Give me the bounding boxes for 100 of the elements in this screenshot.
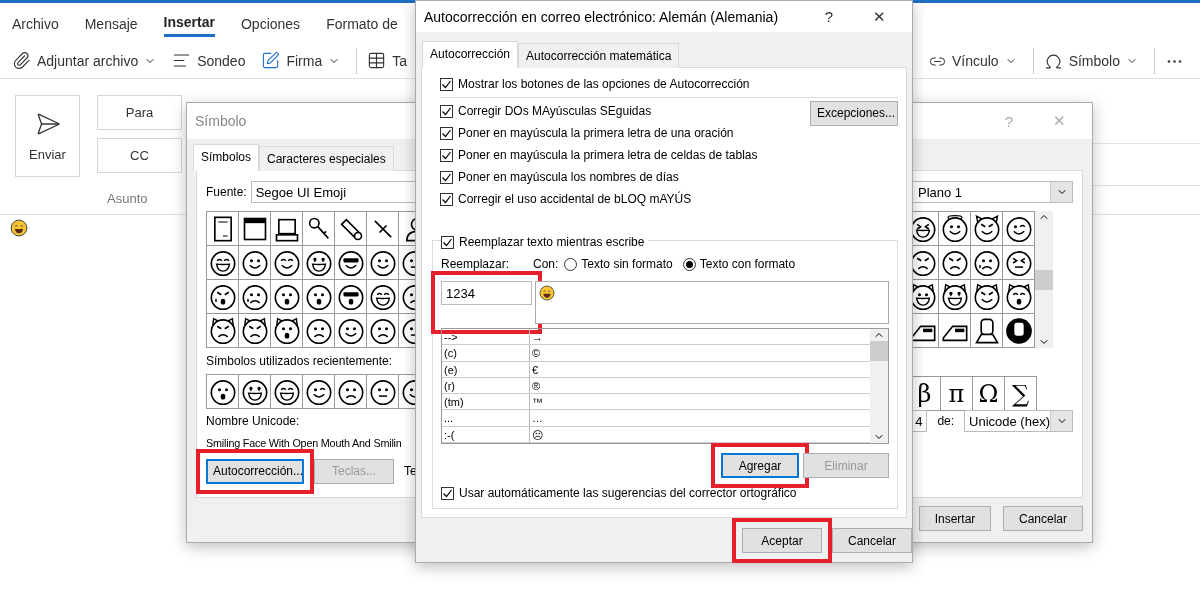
checkbox[interactable] — [440, 77, 453, 91]
dialog-button[interactable]: Cancelar — [832, 528, 912, 553]
encoding-dropdown[interactable]: Unicode (hex) — [964, 410, 1073, 432]
dialog-tab[interactable]: Caracteres especiales — [259, 146, 394, 171]
checkbox[interactable] — [440, 104, 453, 118]
symbol-cell[interactable] — [271, 212, 303, 246]
send-button[interactable]: Enviar — [15, 95, 80, 177]
table-cell: (r) — [442, 377, 530, 394]
checkbox[interactable] — [440, 126, 453, 140]
table-cell-text: ☹ — [531, 427, 544, 443]
symbol-cell[interactable] — [271, 314, 303, 348]
symbol-cell[interactable] — [335, 314, 367, 348]
scroll-thumb[interactable] — [870, 341, 888, 361]
ribbon-tab[interactable]: Formato de — [326, 9, 398, 36]
checkbox[interactable] — [440, 192, 453, 206]
metro-icon — [1004, 316, 1033, 345]
symbol-cell[interactable]: π — [941, 377, 973, 411]
toolbar-button[interactable]: Ta — [367, 51, 408, 70]
ribbon-tab[interactable]: Insertar — [163, 8, 215, 37]
dialog-title: Autocorrección en correo electrónico: Alemán (Alemania) — [424, 8, 779, 25]
dialog-button[interactable]: Cancelar — [1003, 506, 1083, 531]
checkbox[interactable] — [440, 170, 453, 184]
symbol-cell[interactable] — [271, 375, 303, 409]
toolbar-button[interactable]: Vínculo — [928, 52, 1017, 70]
symbol-cell[interactable] — [367, 375, 399, 409]
symbol-cell[interactable] — [239, 314, 271, 348]
symbol-cell[interactable] — [971, 212, 1003, 246]
symbol-cell[interactable] — [303, 375, 335, 409]
replace-field[interactable]: 1234 — [441, 281, 532, 305]
symbol-cell[interactable] — [239, 212, 271, 246]
symbol-cell[interactable] — [271, 246, 303, 280]
emoji-face-icon — [368, 282, 397, 311]
symbol-cell[interactable] — [335, 212, 367, 246]
dialog-button[interactable]: Aceptar — [742, 528, 822, 553]
symbol-cell[interactable] — [207, 375, 239, 409]
option-label: Poner en mayúscula los nombres de días — [458, 170, 679, 184]
symbol-cell[interactable] — [1003, 314, 1035, 348]
scroll-thumb[interactable] — [1035, 269, 1053, 290]
symbol-cell[interactable] — [303, 212, 335, 246]
symbol-cell[interactable] — [1003, 280, 1035, 314]
symbol-cell[interactable] — [303, 314, 335, 348]
symbol-cell[interactable] — [335, 280, 367, 314]
symbol-cell[interactable] — [367, 314, 399, 348]
to-button[interactable]: Para — [97, 95, 182, 130]
with-field[interactable] — [535, 281, 889, 324]
symbol-cell[interactable] — [271, 280, 303, 314]
symbol-cell[interactable] — [239, 375, 271, 409]
symbol-cell[interactable] — [239, 246, 271, 280]
symbol-cell[interactable] — [367, 212, 399, 246]
symbol-cell[interactable] — [239, 280, 271, 314]
symbol-cell[interactable] — [1003, 246, 1035, 280]
ribbon-tab[interactable]: Archivo — [12, 9, 59, 36]
symbol-cell[interactable] — [939, 280, 971, 314]
symbol-cell[interactable] — [367, 246, 399, 280]
scrollbar[interactable] — [1035, 211, 1053, 348]
symbol-cell[interactable] — [971, 280, 1003, 314]
replace-label: Reemplazar: — [441, 257, 511, 271]
exceptions-button[interactable]: Excepciones... — [810, 100, 898, 126]
table-cell-text: ™ — [531, 395, 544, 410]
dialog-button[interactable]: Insertar — [919, 506, 991, 531]
symbol-cell[interactable] — [1003, 212, 1035, 246]
symbol-cell[interactable] — [971, 246, 1003, 280]
table-icon — [367, 51, 387, 70]
checkbox[interactable] — [440, 148, 453, 162]
symbol-cell[interactable] — [939, 314, 971, 348]
help-button[interactable]: ? — [804, 8, 854, 25]
dialog-tab[interactable]: Símbolos — [193, 144, 260, 171]
dialog-button[interactable]: Agregar — [721, 453, 799, 478]
scrollbar[interactable] — [870, 329, 888, 443]
symbol-cell[interactable] — [971, 314, 1003, 348]
checkbox[interactable] — [441, 235, 454, 249]
symbol-cell[interactable] — [367, 280, 399, 314]
dialog-button[interactable]: Autocorrección... — [206, 458, 304, 484]
dialog-tab[interactable]: Autocorrección — [422, 41, 519, 68]
symbol-cell[interactable] — [303, 246, 335, 280]
radio-button[interactable] — [564, 257, 578, 271]
symbol-cell[interactable] — [207, 280, 239, 314]
symbol-cell[interactable] — [303, 280, 335, 314]
symbol-cell[interactable] — [335, 246, 367, 280]
symbol-cell[interactable] — [939, 246, 971, 280]
symbol-cell[interactable] — [335, 375, 367, 409]
symbol-cell[interactable] — [939, 212, 971, 246]
ribbon-tab[interactable]: Opciones — [240, 9, 301, 36]
dialog-tab[interactable]: Autocorrección matemática — [518, 43, 680, 68]
close-button[interactable]: ✕ — [854, 7, 904, 26]
toolbar-button[interactable]: Adjuntar archivo — [12, 51, 157, 70]
table-cell: (tm) — [442, 394, 530, 410]
radio-button[interactable] — [682, 257, 696, 271]
symbol-cell[interactable] — [207, 212, 239, 246]
toolbar-button[interactable]: Firma — [261, 51, 341, 70]
checkbox[interactable] — [441, 486, 454, 500]
toolbar-button[interactable]: Sondeo — [172, 51, 246, 70]
radio-label: Texto con formato — [699, 257, 796, 271]
option-label: Reemplazar texto mientras escribe — [459, 235, 645, 249]
symbol-cell[interactable] — [207, 314, 239, 348]
cc-button[interactable]: CC — [97, 138, 182, 173]
symbol-cell[interactable] — [207, 246, 239, 280]
emoji-face-icon — [208, 248, 237, 277]
toolbar-button[interactable]: Símbolo — [1043, 51, 1138, 71]
ribbon-tab[interactable]: Mensaje — [84, 9, 138, 36]
